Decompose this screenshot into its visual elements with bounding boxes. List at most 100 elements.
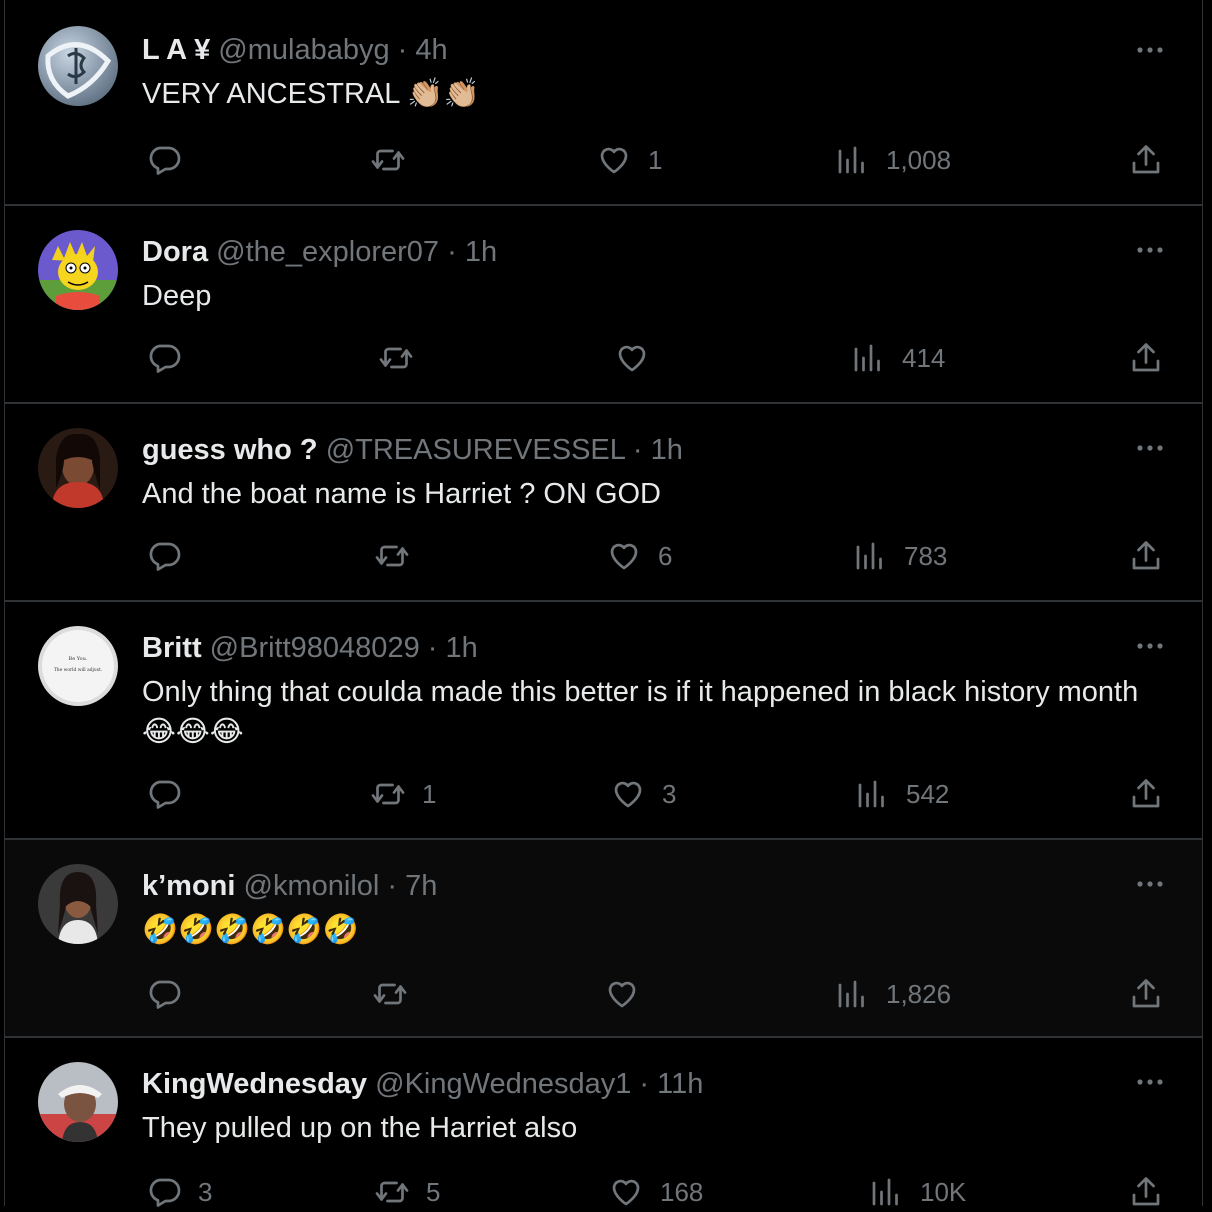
reply-button[interactable]	[146, 974, 198, 1014]
views-button[interactable]: 783	[852, 536, 947, 576]
timestamp[interactable]: 1h	[651, 434, 683, 466]
retweet-button[interactable]: 5	[374, 1172, 440, 1212]
display-name[interactable]: k’moni	[142, 870, 235, 902]
tweet-text: They pulled up on the Harriet also	[142, 1112, 578, 1144]
display-name[interactable]: L A ¥	[142, 34, 210, 66]
separator: ·	[632, 434, 643, 466]
share-button[interactable]	[1128, 536, 1164, 576]
avatar[interactable]	[38, 428, 118, 508]
tweet-text: VERY ANCESTRAL 👏🏼👏🏼	[142, 78, 480, 110]
reply-tweet[interactable]: Dora @the_explorer07 · 1h Deep 414	[5, 206, 1202, 404]
share-button[interactable]	[1128, 974, 1164, 1014]
reply-button[interactable]	[146, 774, 198, 814]
views-button[interactable]: 542	[854, 774, 949, 814]
username[interactable]: @the_explorer07	[216, 236, 439, 268]
share-icon	[1132, 779, 1160, 808]
retweet-button[interactable]	[370, 140, 422, 180]
timestamp[interactable]: 11h	[657, 1068, 703, 1100]
retweet-count: 1	[422, 778, 437, 809]
views-button[interactable]: 414	[850, 338, 945, 378]
more-icon[interactable]	[1134, 1066, 1166, 1098]
share-button[interactable]	[1128, 338, 1164, 378]
tweet-header: KingWednesday @KingWednesday1 · 11h	[142, 1064, 703, 1104]
share-button[interactable]	[1128, 140, 1164, 180]
reply-tweet[interactable]: Be You. The world will adjust. Britt @Br…	[5, 602, 1202, 840]
views-icon	[854, 344, 880, 372]
reply-tweet[interactable]: KingWednesday @KingWednesday1 · 11h They…	[5, 1038, 1202, 1207]
timestamp[interactable]: 1h	[465, 236, 497, 268]
tweet-text: Only thing that coulda made this better …	[142, 676, 1139, 748]
views-button[interactable]: 1,008	[834, 140, 951, 180]
like-button[interactable]: 168	[608, 1172, 703, 1212]
display-name[interactable]: Dora	[142, 236, 208, 268]
timestamp[interactable]: 7h	[405, 870, 437, 902]
reply-icon	[149, 780, 181, 809]
avatar[interactable]	[38, 230, 118, 310]
like-button[interactable]: 3	[610, 774, 676, 814]
retweet-button[interactable]	[374, 536, 426, 576]
views-icon	[858, 780, 884, 808]
like-button[interactable]: 6	[606, 536, 672, 576]
avatar[interactable]	[38, 864, 118, 944]
more-icon[interactable]	[1134, 34, 1166, 66]
username[interactable]: @kmonilol	[244, 870, 380, 902]
tweet-header: Britt @Britt98048029 · 1h	[142, 628, 478, 668]
views-button[interactable]: 10K	[868, 1172, 966, 1212]
action-bar: 1,826	[142, 974, 1172, 1014]
view-count: 10K	[920, 1176, 967, 1207]
tweet-header: guess who ? @TREASUREVESSEL · 1h	[142, 430, 683, 470]
reply-button[interactable]	[146, 338, 198, 378]
username[interactable]: @mulababyg	[218, 34, 389, 66]
action-bar: 1 1,008	[142, 140, 1172, 180]
retweet-button[interactable]	[372, 974, 424, 1014]
avatar[interactable]	[38, 26, 118, 106]
share-button[interactable]	[1128, 774, 1164, 814]
like-count: 6	[658, 540, 673, 571]
more-icon[interactable]	[1134, 234, 1166, 266]
reply-tweet[interactable]: L A ¥ @mulababyg · 4h VERY ANCESTRAL 👏🏼👏…	[5, 0, 1202, 206]
separator: ·	[639, 1068, 650, 1100]
share-button[interactable]	[1128, 1172, 1164, 1212]
display-name[interactable]: KingWednesday	[142, 1068, 367, 1100]
timestamp[interactable]: 4h	[415, 34, 447, 66]
tweet-text: 🤣🤣🤣🤣🤣🤣	[142, 914, 359, 946]
like-button[interactable]: 1	[596, 140, 662, 180]
action-bar: 1 3 542	[142, 774, 1172, 814]
timestamp[interactable]: 1h	[446, 632, 478, 664]
reply-button[interactable]: 3	[146, 1172, 212, 1212]
username[interactable]: @Britt98048029	[210, 632, 420, 664]
like-button[interactable]	[604, 974, 656, 1014]
retweet-icon	[371, 783, 405, 805]
reply-icon	[149, 146, 181, 175]
more-icon[interactable]	[1134, 868, 1166, 900]
reply-button[interactable]	[146, 140, 198, 180]
more-icon[interactable]	[1134, 432, 1166, 464]
separator: ·	[397, 34, 408, 66]
tweet-header: L A ¥ @mulababyg · 4h	[142, 30, 448, 70]
more-icon[interactable]	[1134, 630, 1166, 662]
reply-count: 3	[198, 1176, 213, 1207]
display-name[interactable]: guess who ?	[142, 434, 318, 466]
views-button[interactable]: 1,826	[834, 974, 951, 1014]
avatar[interactable]	[38, 1062, 118, 1142]
share-icon	[1132, 541, 1160, 570]
tweet-header: Dora @the_explorer07 · 1h	[142, 232, 497, 272]
reply-tweet[interactable]: k’moni @kmonilol · 7h 🤣🤣🤣🤣🤣🤣 1,826	[5, 840, 1202, 1038]
avatar[interactable]: Be You. The world will adjust.	[38, 626, 118, 706]
reply-button[interactable]	[146, 536, 198, 576]
heart-icon	[608, 981, 636, 1008]
retweet-icon	[371, 149, 405, 171]
username[interactable]: @TREASUREVESSEL	[326, 434, 625, 466]
retweet-icon	[375, 1181, 409, 1203]
retweet-icon	[373, 983, 407, 1005]
like-count: 3	[662, 778, 677, 809]
username[interactable]: @KingWednesday1	[375, 1068, 631, 1100]
retweet-button[interactable]	[378, 338, 430, 378]
retweet-button[interactable]: 1	[370, 774, 436, 814]
like-button[interactable]	[614, 338, 666, 378]
reply-tweet[interactable]: guess who ? @TREASUREVESSEL · 1h And the…	[5, 404, 1202, 602]
like-count: 168	[660, 1176, 704, 1207]
display-name[interactable]: Britt	[142, 632, 202, 664]
share-icon	[1132, 343, 1160, 372]
reply-icon	[149, 1178, 181, 1207]
